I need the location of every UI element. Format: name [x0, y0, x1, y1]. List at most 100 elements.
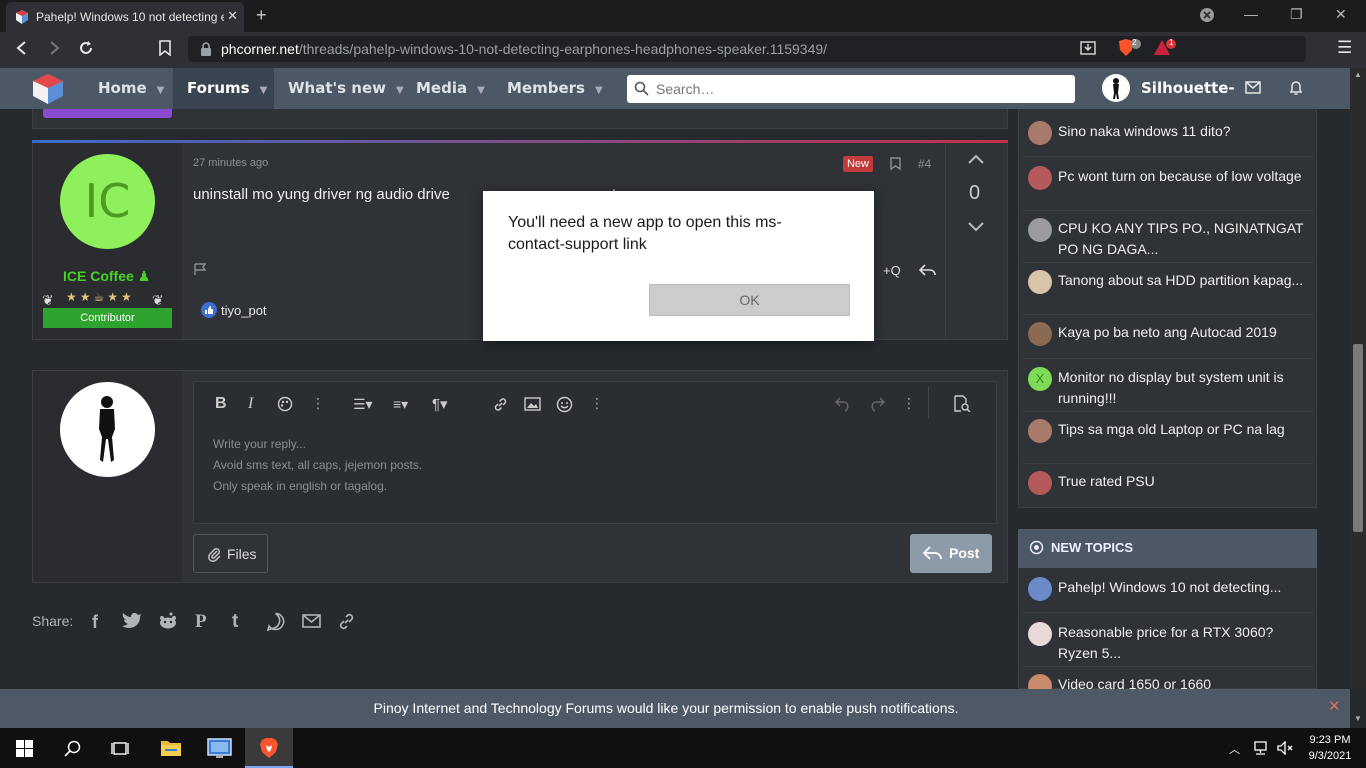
control-panel-icon[interactable] — [207, 738, 232, 758]
upvote-icon[interactable] — [968, 154, 984, 164]
current-user-avatar[interactable] — [60, 382, 155, 477]
more-text-options-icon[interactable]: ⋮ — [311, 395, 325, 412]
color-palette-icon[interactable] — [277, 396, 293, 412]
close-window-icon[interactable]: ✕ — [1335, 6, 1347, 23]
volume-muted-icon[interactable] — [1277, 741, 1294, 755]
italic-icon[interactable]: I — [248, 395, 253, 413]
brave-shields-icon[interactable]: 2 — [1117, 38, 1143, 58]
inbox-icon[interactable] — [1245, 81, 1261, 94]
wing-right-icon: ❦ — [152, 292, 164, 308]
paragraph-icon[interactable]: ¶▾ — [432, 395, 448, 413]
post-reply-button[interactable]: Post — [910, 534, 992, 573]
brave-rewards-icon[interactable]: 1 — [1153, 38, 1179, 58]
divider — [1023, 262, 1313, 263]
nav-media[interactable]: Media ▼ — [416, 68, 485, 109]
bookmark-post-icon[interactable] — [890, 157, 901, 170]
clock-time: 9:23 PM — [1309, 734, 1351, 746]
like-reaction-icon[interactable] — [201, 302, 217, 318]
lock-icon[interactable] — [200, 42, 212, 56]
divider — [1023, 156, 1313, 157]
install-app-icon[interactable] — [1080, 40, 1096, 56]
url-path: /threads/pahelp-windows-10-not-detecting… — [298, 41, 828, 57]
email-share-icon[interactable] — [302, 614, 321, 628]
image-icon[interactable] — [524, 397, 541, 411]
nav-forums[interactable]: Forums ▼ — [187, 68, 267, 109]
reddit-icon[interactable] — [158, 612, 178, 630]
username[interactable]: Silhouette- — [1141, 68, 1235, 109]
restore-window-icon[interactable]: ❐ — [1290, 6, 1303, 23]
align-icon[interactable]: ≡▾ — [393, 396, 408, 413]
close-notification-icon[interactable]: ✕ — [1328, 697, 1341, 715]
url-text: phcorner.net/threads/pahelp-windows-10-n… — [221, 41, 827, 57]
post-number[interactable]: #4 — [918, 157, 931, 171]
more-insert-options-icon[interactable]: ⋮ — [590, 395, 604, 412]
previous-rank-badge — [43, 109, 172, 118]
post-author-avatar[interactable]: IC — [60, 154, 155, 249]
post-author-name[interactable]: ICE Coffee ♟ — [63, 268, 150, 285]
reaction-user[interactable]: tiyo_pot — [221, 303, 267, 318]
redo-icon[interactable] — [868, 396, 885, 412]
avatar — [1028, 218, 1052, 242]
menu-icon[interactable]: ☰ — [1337, 38, 1352, 58]
whatsapp-icon[interactable] — [266, 612, 285, 631]
emoji-icon[interactable] — [556, 396, 573, 413]
show-hidden-icons-icon[interactable]: ︿ — [1229, 741, 1240, 757]
divider — [1023, 314, 1313, 315]
system-clock[interactable]: 9:23 PM 9/3/2021 — [1300, 732, 1360, 764]
nav-home[interactable]: Home ▼ — [98, 68, 164, 109]
twitter-icon[interactable] — [122, 612, 142, 629]
pinterest-icon[interactable]: P — [195, 611, 207, 633]
windows-start-icon[interactable] — [16, 740, 33, 757]
user-avatar[interactable] — [1102, 74, 1130, 102]
previous-post-bottom — [32, 109, 1008, 129]
nav-members[interactable]: Members ▼ — [507, 68, 603, 109]
quote-button[interactable]: +Q — [883, 263, 901, 278]
brave-taskbar-icon[interactable] — [259, 737, 279, 759]
site-favicon-icon — [14, 9, 30, 25]
back-icon[interactable] — [14, 40, 30, 56]
more-history-options-icon[interactable]: ⋮ — [902, 395, 916, 412]
scrollbar-thumb[interactable] — [1353, 344, 1363, 532]
facebook-icon[interactable]: f — [92, 612, 98, 633]
windows-taskbar — [0, 728, 1366, 768]
scroll-up-icon[interactable]: ▲ — [1354, 70, 1362, 79]
undo-icon[interactable] — [835, 396, 852, 412]
site-logo[interactable] — [30, 72, 66, 106]
file-explorer-icon[interactable] — [160, 739, 182, 757]
new-topic-item[interactable]: Video card 1650 or 1660 — [1028, 674, 1310, 689]
bookmark-icon[interactable] — [158, 40, 172, 56]
report-flag-icon[interactable] — [193, 263, 207, 276]
avatar — [1028, 622, 1052, 646]
rank-badge: Contributor — [43, 308, 172, 328]
post-label: Post — [949, 545, 980, 561]
minimize-window-icon[interactable]: — — [1244, 6, 1258, 22]
reload-icon[interactable] — [78, 40, 94, 56]
dialog-ok-button[interactable]: OK — [649, 284, 850, 316]
rank-stars-icon: ★★☕★★ — [66, 290, 135, 304]
attach-files-button[interactable]: Files — [193, 534, 268, 573]
preview-icon[interactable] — [953, 395, 971, 412]
link-icon[interactable] — [492, 396, 509, 413]
downvote-icon[interactable] — [968, 222, 984, 232]
url-host: phcorner.net — [221, 41, 299, 57]
profile-icon[interactable] — [1199, 7, 1215, 23]
scroll-down-icon[interactable]: ▼ — [1354, 714, 1362, 723]
vote-score: 0 — [969, 182, 981, 204]
task-view-icon[interactable] — [111, 740, 129, 757]
reply-arrow-icon — [923, 545, 942, 561]
network-icon[interactable] — [1252, 741, 1269, 755]
nav-whats-new[interactable]: What's new ▼ — [288, 68, 404, 109]
copy-link-icon[interactable] — [337, 612, 356, 631]
forward-icon[interactable] — [46, 40, 62, 56]
new-tab-icon[interactable]: + — [256, 5, 267, 26]
tumblr-icon[interactable]: t — [232, 611, 238, 633]
post-time[interactable]: 27 minutes ago — [193, 157, 268, 169]
bold-icon[interactable]: B — [215, 395, 227, 413]
bell-icon[interactable] — [1289, 80, 1303, 96]
list-icon[interactable]: ☰▾ — [353, 396, 373, 413]
close-tab-icon[interactable]: ✕ — [227, 8, 238, 24]
taskbar-search-icon[interactable] — [64, 740, 81, 757]
reply-post-icon[interactable] — [919, 263, 936, 277]
browser-tab[interactable]: Pahelp! Windows 10 not detecting earphon… — [6, 2, 244, 32]
divider — [1023, 358, 1313, 359]
